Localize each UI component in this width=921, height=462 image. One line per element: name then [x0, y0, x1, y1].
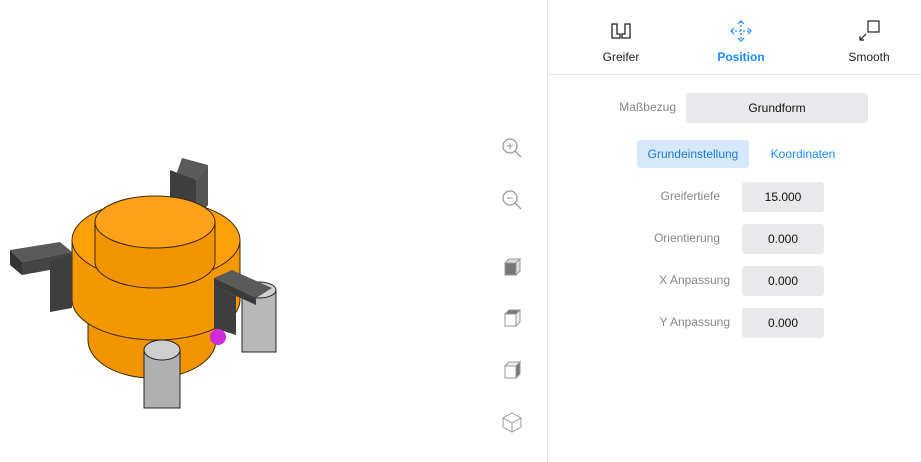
mode-tabs: Greifer Position Smooth — [548, 0, 921, 75]
zoom-in-icon[interactable] — [494, 130, 530, 166]
gripper-icon — [611, 23, 631, 39]
gripper-finger-left — [10, 242, 72, 312]
tab-label: Position — [717, 50, 765, 64]
move-arrows-icon — [730, 20, 752, 42]
gripper-finger-front — [143, 339, 181, 409]
subtab-grundeinstellung[interactable]: Grundeinstellung — [637, 140, 749, 168]
cube-view-iso-icon[interactable] — [494, 404, 530, 440]
y-adjust-input[interactable]: 0.000 — [742, 308, 824, 338]
reference-select[interactable]: Grundform — [686, 93, 868, 123]
tab-label: Greifer — [602, 50, 640, 64]
reference-label: Maßbezug — [619, 100, 676, 114]
tab-smooth[interactable]: Smooth — [814, 0, 921, 74]
reference-marker — [210, 329, 226, 345]
subtab-koordinaten[interactable]: Koordinaten — [760, 140, 846, 168]
tab-label: Smooth — [848, 50, 890, 64]
3d-viewport[interactable] — [0, 0, 490, 462]
x-adjust-label: X Anpassung — [659, 273, 730, 287]
y-adjust-label: Y Anpassung — [659, 315, 730, 329]
cube-view-top-icon[interactable] — [494, 300, 530, 336]
tab-position[interactable]: Position — [686, 0, 796, 74]
resize-corner-icon — [859, 20, 880, 41]
depth-input[interactable]: 15.000 — [742, 182, 824, 212]
zoom-out-icon[interactable] — [494, 182, 530, 218]
orientation-label: Orientierung — [653, 231, 720, 245]
cube-view-side-icon[interactable] — [494, 352, 530, 388]
depth-label: Greifertiefe — [660, 189, 720, 203]
settings-panel: Greifer Position Smooth Maßbezug Grundfo… — [547, 0, 921, 462]
tab-greifer[interactable]: Greifer — [566, 0, 676, 74]
orientation-input[interactable]: 0.000 — [742, 224, 824, 254]
model-render — [10, 158, 277, 409]
x-adjust-input[interactable]: 0.000 — [742, 266, 824, 296]
cube-view-front-icon[interactable] — [494, 249, 530, 285]
